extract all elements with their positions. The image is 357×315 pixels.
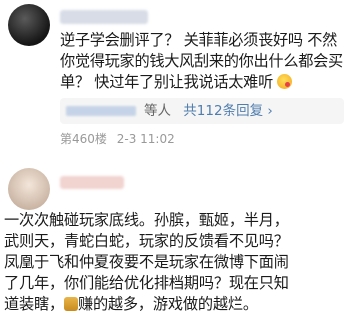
comment-line: 道装瞎， 赚的越多，游戏做的越烂。 [4, 295, 258, 313]
money-bag-emoji-icon [63, 297, 78, 311]
reply-count-link[interactable]: 共112条回复 › [183, 103, 272, 119]
comment-line: 逆子学会删评了？ 关菲菲必须丧好吗 不然 [60, 31, 338, 49]
timestamp: 2-3 11:02 [116, 132, 175, 146]
reply-label: 等人 [144, 103, 171, 119]
reply-usernames-blurred[interactable] [66, 106, 136, 116]
comment-meta: 第460楼 2-3 11:02 [60, 130, 175, 147]
comment-line: 凤凰于飞和仲夏夜要不是玩家在微博下面闹 [4, 253, 289, 271]
username-blurred[interactable] [60, 10, 148, 24]
comment-text: 一次次触碰玩家底线。孙膑，甄姬，半月， 武则天，青蛇白蛇，玩家的反馈看不见吗？ … [4, 210, 357, 315]
comment-line: 了几年，你们能给优化排档期吗？现在只知 [4, 274, 289, 292]
reply-summary[interactable]: 等人 共112条回复 › [60, 98, 344, 124]
comment-line: 单？ 快过年了别让我说话太难听 [60, 72, 357, 93]
smile-emoji-icon [277, 74, 293, 89]
comment-line: 武则天，青蛇白蛇，玩家的反馈看不见吗？ [4, 232, 289, 250]
comment-line: 一次次触碰玩家底线。孙膑，甄姬，半月， [4, 211, 289, 229]
avatar[interactable] [8, 168, 50, 210]
comment-text: 逆子学会删评了？ 关菲菲必须丧好吗 不然 你觉得玩家的钱大风刮来的你出什么都会买… [60, 30, 357, 93]
chevron-right-icon: › [267, 103, 273, 119]
comment-line: 你觉得玩家的钱大风刮来的你出什么都会买 [60, 52, 343, 70]
username-blurred[interactable] [60, 176, 124, 189]
avatar[interactable] [8, 4, 50, 46]
floor-number: 第460楼 [60, 132, 107, 146]
